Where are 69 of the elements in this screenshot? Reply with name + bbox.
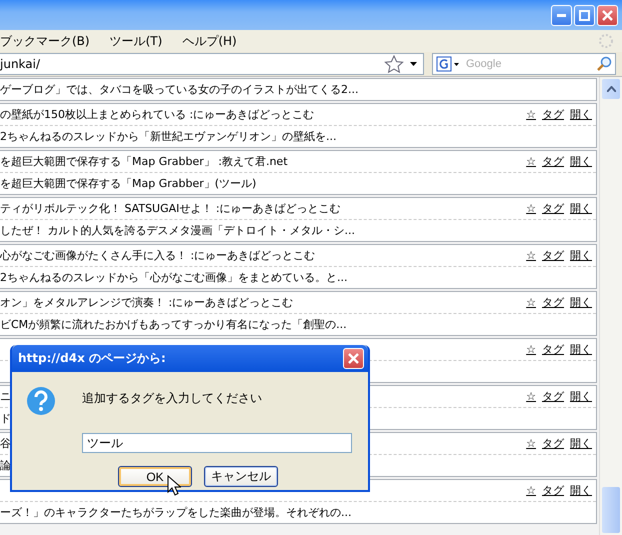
entry-action-link[interactable]: タグ: [542, 342, 564, 357]
entry-action-link[interactable]: タグ: [542, 483, 564, 498]
menu-item[interactable]: ツール(T): [110, 32, 182, 50]
entry-action-link[interactable]: タグ: [542, 201, 564, 216]
loading-throbber-icon: [598, 33, 614, 49]
entry-action-link[interactable]: ☆: [526, 484, 536, 497]
question-icon: [26, 386, 56, 416]
address-field[interactable]: junkai/: [0, 53, 424, 75]
dialog-title: http://d4x のページから:: [18, 350, 166, 367]
entry-action-link[interactable]: タグ: [542, 436, 564, 451]
entry-action-link[interactable]: ☆: [526, 249, 536, 262]
tag-input-field[interactable]: ツール: [82, 433, 352, 453]
maximize-icon: [579, 10, 590, 20]
entry-action-link[interactable]: 開く: [570, 295, 592, 310]
dropdown-caret-icon[interactable]: [410, 62, 417, 66]
entry-action-link[interactable]: 開く: [570, 342, 592, 357]
menu-item[interactable]: ヘルプ(H): [182, 32, 257, 50]
entry-description: 論: [0, 458, 11, 473]
close-icon: [602, 10, 613, 20]
search-field[interactable]: Google: [432, 53, 616, 75]
entry-action-link[interactable]: タグ: [542, 107, 564, 122]
entry-action-link[interactable]: 開く: [570, 483, 592, 498]
dialog-close-button[interactable]: [343, 348, 364, 369]
entry-title: を超巨大範囲で保存する「Map Grabber」 :教えて君.net: [0, 154, 288, 169]
entry-title: オン」をメタルアレンジで演奏！ :にゅーあきばどっとこむ: [0, 295, 294, 310]
close-icon: [348, 353, 359, 364]
entry-action-link[interactable]: ☆: [526, 437, 536, 450]
entry-title: の壁紙が150枚以上まとめられている :にゅーあきばどっとこむ: [0, 107, 314, 122]
maximize-button[interactable]: [574, 4, 595, 26]
dialog-button[interactable]: キャンセル: [204, 466, 278, 487]
entry-action-link[interactable]: 開く: [570, 107, 592, 122]
close-button[interactable]: [597, 4, 618, 26]
entry-action-link[interactable]: タグ: [542, 295, 564, 310]
scrollbar-thumb[interactable]: [602, 487, 620, 533]
minimize-button[interactable]: [551, 4, 572, 26]
entry-description: ビCMが頻繁に流れたおかげもあってすっかり有名になった「創聖の...: [0, 317, 347, 332]
entry-action-link[interactable]: ☆: [526, 343, 536, 356]
entry-title: ニ: [0, 389, 11, 404]
entry-action-link[interactable]: タグ: [542, 389, 564, 404]
search-engine-logo-icon[interactable]: [436, 56, 460, 72]
entry-action-link[interactable]: ☆: [526, 202, 536, 215]
entry-description: を超巨大範囲で保存する「Map Grabber」(ツール): [0, 176, 256, 191]
entry-title: ティがリボルテック化！ SATSUGAIせよ！ :にゅーあきばどっとこむ: [0, 201, 341, 216]
entry-description: ゲーブログ」では、タバコを吸っている女の子のイラストが出てくる2...: [0, 82, 358, 97]
entry-action-link[interactable]: ☆: [526, 296, 536, 309]
entry-action-link[interactable]: タグ: [542, 154, 564, 169]
minimize-icon: [557, 14, 566, 16]
entry-action-link[interactable]: ☆: [526, 390, 536, 403]
entry-action-link[interactable]: ☆: [526, 155, 536, 168]
search-icon[interactable]: [596, 56, 612, 72]
scroll-up-icon[interactable]: [606, 86, 616, 92]
entry-description: 2ちゃんねるのスレッドから「新世紀エヴァンゲリオン」の壁紙を...: [0, 129, 336, 144]
entry-action-link[interactable]: ☆: [526, 108, 536, 121]
entry-title: 心がなごむ画像がたくさん手に入る！ :にゅーあきばどっとこむ: [0, 248, 316, 263]
entry-action-link[interactable]: タグ: [542, 248, 564, 263]
bookmark-star-icon[interactable]: [384, 55, 404, 73]
entry-title: 谷: [0, 436, 11, 451]
entry-action-link[interactable]: 開く: [570, 154, 592, 169]
dialog-message: 追加するタグを入力してください: [82, 390, 263, 407]
entry-action-link[interactable]: 開く: [570, 201, 592, 216]
entry-action-link[interactable]: 開く: [570, 248, 592, 263]
entry-action-link[interactable]: 開く: [570, 389, 592, 404]
entry-description: ーズ！」のキャラクターたちがラップをした楽曲が登場。それぞれの...: [0, 505, 352, 520]
vertical-scrollbar[interactable]: [599, 77, 622, 535]
entry-description: ド: [0, 411, 11, 426]
entry-action-link[interactable]: 開く: [570, 436, 592, 451]
entry-description: したぜ！ カルト的人気を誇るデスメタ漫画「デトロイト・メタル・シ...: [0, 223, 355, 238]
menu-item[interactable]: ブックマーク(B): [0, 32, 110, 50]
entry-description: 2ちゃんねるのスレッドから「心がなごむ画像」をまとめている。と...: [0, 270, 348, 285]
